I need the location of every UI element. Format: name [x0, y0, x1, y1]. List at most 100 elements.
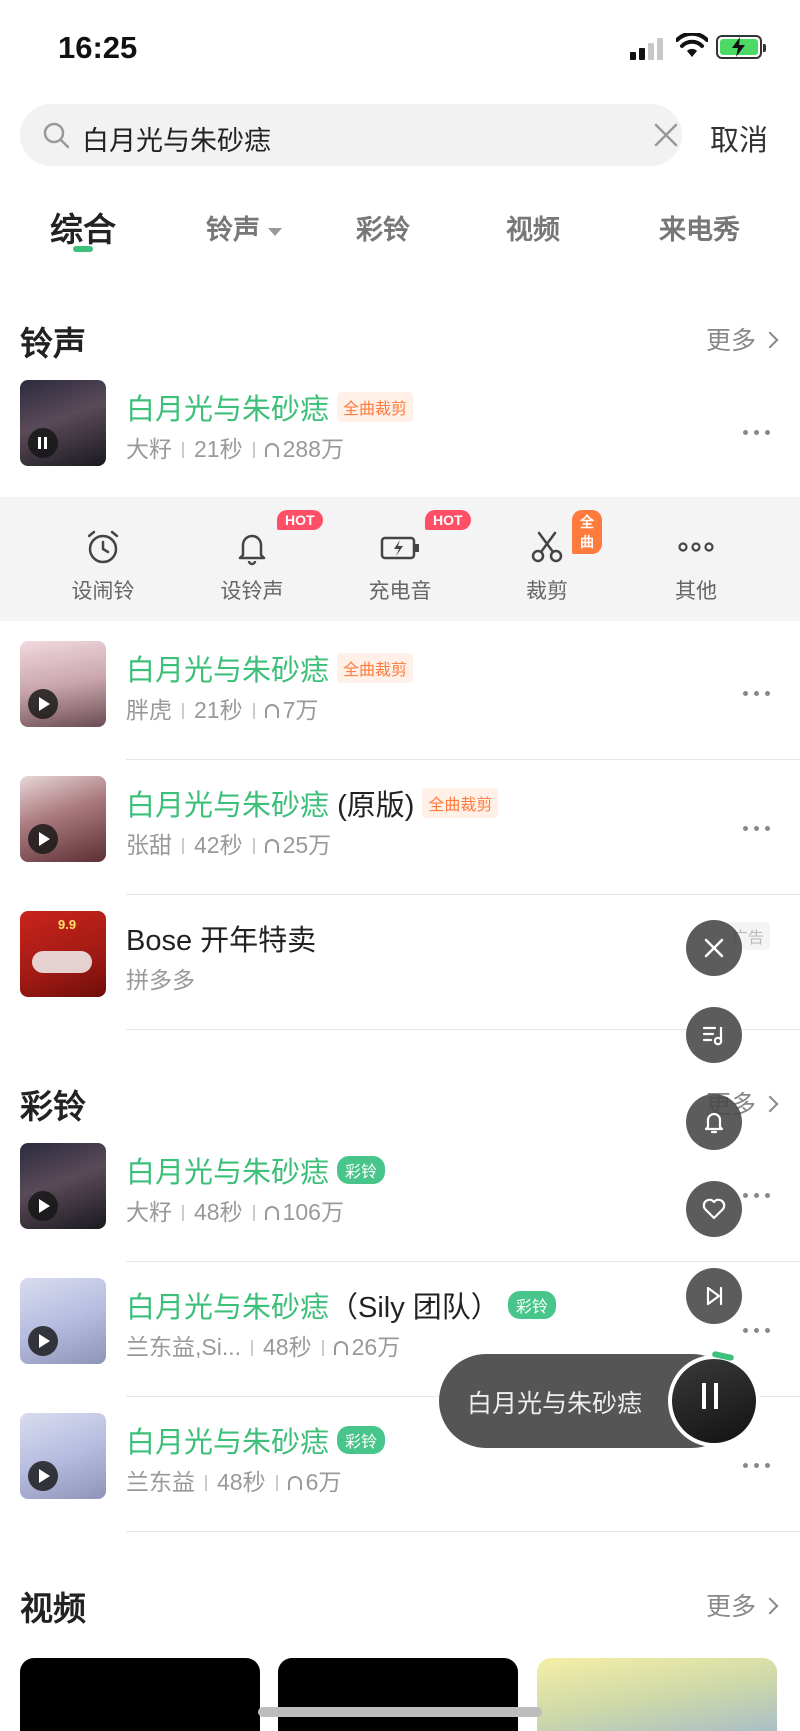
action-label: 设铃声 [220, 580, 284, 603]
color-ring-badge: 彩铃 [337, 1156, 386, 1184]
tab-color-ring[interactable]: 彩铃 [356, 208, 410, 247]
track-title: 白月光与朱砂痣 全曲裁剪 [126, 647, 414, 689]
tab-all[interactable]: 综合 [50, 203, 116, 251]
charging-sound-button[interactable]: HOT 充电音 [345, 510, 471, 603]
track-meta: 张甜 42秒 25万 [126, 826, 331, 860]
more-link-video[interactable]: 更多 [705, 1587, 779, 1623]
chevron-right-icon [761, 1597, 779, 1615]
headphones-icon [287, 1476, 302, 1490]
search-input[interactable]: 白月光与朱砂痣 [82, 119, 271, 158]
chevron-right-icon [761, 1095, 779, 1113]
close-floating-button[interactable] [686, 920, 742, 976]
track-meta: 胖虎 21秒 7万 [126, 691, 318, 725]
track-title: 白月光与朱砂痣（Sily 团队） 彩铃 [126, 1284, 556, 1326]
track-meta: 兰东益 48秒 6万 [126, 1463, 341, 1497]
more-options-icon[interactable] [737, 818, 770, 836]
play-icon[interactable] [28, 824, 58, 854]
play-count: 288万 [282, 436, 344, 462]
more-link-ringtone[interactable]: 更多 [706, 321, 779, 357]
hot-badge: HOT [277, 510, 323, 530]
tag-badge: 全曲裁剪 [422, 788, 499, 818]
list-item[interactable]: 白月光与朱砂痣 全曲裁剪 胖虎 21秒 7万 [0, 625, 800, 760]
bell-icon [238, 534, 266, 566]
pause-icon[interactable] [702, 1383, 706, 1409]
headphones-icon [264, 443, 279, 457]
heart-icon [702, 1198, 726, 1220]
track-title-text: 白月光与朱砂痣 [126, 790, 330, 822]
artist: 兰东益,Si... [126, 1334, 242, 1360]
pause-icon[interactable] [28, 428, 58, 458]
playlist-floating-button[interactable] [686, 1007, 742, 1063]
more-icon [678, 542, 714, 552]
play-count: 26万 [351, 1334, 401, 1360]
play-icon[interactable] [28, 1326, 58, 1356]
next-track-floating-button[interactable] [686, 1268, 742, 1324]
track-title-text: 白月光与朱砂痣 [126, 394, 330, 426]
play-icon[interactable] [28, 689, 58, 719]
other-options-button[interactable]: 其他 [641, 527, 751, 603]
play-icon[interactable] [28, 1191, 58, 1221]
track-title-text: 白月光与朱砂痣 [126, 1427, 330, 1459]
video-thumbnail[interactable] [278, 1658, 518, 1731]
headphones-icon [264, 839, 279, 853]
play-count: 25万 [282, 832, 332, 858]
alarm-clock-icon [87, 530, 119, 564]
duration: 21秒 [194, 697, 243, 723]
clear-icon[interactable] [652, 121, 680, 149]
duration: 48秒 [194, 1199, 243, 1225]
trim-button[interactable]: 全曲 裁剪 [492, 510, 602, 603]
duration: 21秒 [194, 436, 243, 462]
play-icon[interactable] [28, 1461, 58, 1491]
more-options-icon[interactable] [737, 1320, 770, 1338]
headphones-icon [264, 1206, 279, 1220]
search-bar[interactable]: 白月光与朱砂痣 [20, 104, 682, 166]
play-count: 7万 [282, 697, 319, 723]
track-title-text: 白月光与朱砂痣 [126, 1157, 330, 1189]
video-thumbnail[interactable] [20, 1658, 260, 1731]
search-icon [43, 122, 70, 149]
section-title-video: 视频 [20, 1590, 86, 1627]
charging-icon [380, 536, 419, 560]
status-bar: 16:25 [0, 0, 800, 96]
action-label: 充电音 [368, 580, 432, 603]
artist: 胖虎 [126, 697, 172, 723]
more-label: 更多 [705, 1593, 756, 1621]
scissors-icon [531, 531, 563, 563]
more-options-icon[interactable] [737, 422, 770, 440]
action-label: 设闹铃 [71, 580, 135, 603]
ringtone-floating-button[interactable] [686, 1094, 742, 1150]
cancel-button[interactable]: 取消 [710, 117, 768, 159]
track-title-suffix: (原版) [337, 790, 415, 822]
bell-icon [704, 1112, 724, 1134]
duration: 48秒 [217, 1469, 266, 1495]
ad-item[interactable]: 9.9 Bose 开年特卖 拼多多 广告 [0, 895, 800, 1030]
cover-image [20, 776, 106, 862]
color-ring-badge: 彩铃 [507, 1291, 556, 1319]
headphones-icon [333, 1341, 348, 1355]
track-meta: 兰东益,Si... 48秒 26万 [126, 1328, 400, 1362]
home-indicator [258, 1707, 542, 1717]
list-item[interactable]: 白月光与朱砂痣 彩铃 大籽 48秒 106万 [0, 1127, 800, 1262]
duration: 48秒 [263, 1334, 312, 1360]
tab-video[interactable]: 视频 [506, 208, 560, 247]
track-title-suffix: （Sily 团队） [329, 1292, 500, 1324]
more-options-icon[interactable] [737, 1185, 770, 1203]
playlist-icon [702, 1026, 723, 1046]
close-icon [704, 938, 724, 958]
set-ringtone-button[interactable]: HOT 设铃声 [197, 510, 323, 603]
set-alarm-button[interactable]: 设闹铃 [48, 527, 158, 603]
now-playing-disc[interactable] [668, 1350, 760, 1447]
track-title: 白月光与朱砂痣 (原版) 全曲裁剪 [126, 782, 499, 824]
more-options-icon[interactable] [737, 1455, 770, 1473]
more-options-icon[interactable] [737, 683, 770, 701]
list-item[interactable]: 白月光与朱砂痣 全曲裁剪 大籽 21秒 288万 [0, 364, 800, 499]
favorite-floating-button[interactable] [686, 1181, 742, 1237]
action-strip: 设闹铃 HOT 设铃声 HOT 充电音 全曲 裁剪 其他 [0, 497, 800, 621]
artist: 兰东益 [126, 1469, 195, 1495]
tab-caller-show[interactable]: 来电秀 [659, 208, 740, 247]
video-thumbnail[interactable] [537, 1658, 777, 1731]
tab-ringtone[interactable]: 铃声 [206, 208, 282, 247]
list-item[interactable]: 白月光与朱砂痣 (原版) 全曲裁剪 张甜 42秒 25万 [0, 760, 800, 895]
cellular-signal-icon [630, 36, 666, 60]
action-label: 裁剪 [526, 580, 568, 603]
